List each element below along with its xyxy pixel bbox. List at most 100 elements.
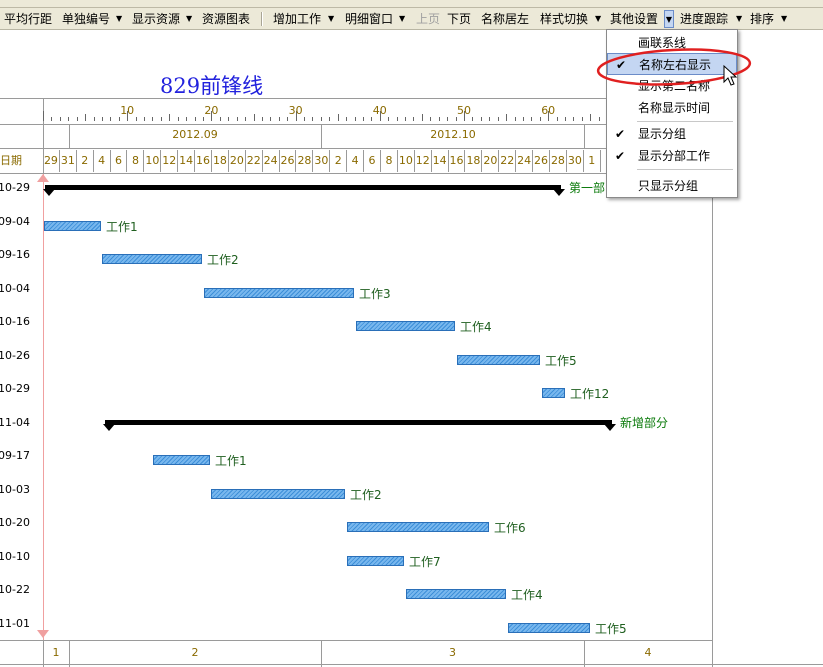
chevron-down-icon[interactable]: ▼ (736, 10, 742, 28)
summary-label: 第一部 (569, 181, 606, 195)
chevron-down-icon[interactable]: ▼ (664, 10, 674, 28)
ruler-tick (85, 114, 87, 121)
menu-item-only-groups[interactable]: 只显示分组 (607, 175, 737, 197)
task-label: 工作5 (545, 353, 577, 368)
resource-chart-button[interactable]: 资源图表 (202, 10, 250, 28)
task-label: 工作2 (207, 253, 239, 267)
ruler-tick (506, 114, 508, 121)
day-cell: 18 (212, 150, 229, 172)
ruler-tick (278, 117, 280, 121)
ruler-tick (135, 117, 137, 121)
day-cell: 22 (246, 150, 263, 172)
ruler-tick (489, 117, 491, 121)
grid-line (584, 124, 585, 148)
ruler-label: 60 (541, 104, 556, 117)
task-bar[interactable] (457, 354, 540, 365)
check-icon: ✔ (615, 149, 626, 163)
summary-cap (553, 189, 565, 196)
next-page-button[interactable]: 下页 (447, 10, 471, 28)
single-numbering-button[interactable]: 单独编号 (62, 10, 110, 28)
chevron-down-icon[interactable]: ▼ (595, 10, 601, 28)
task-bar[interactable] (508, 622, 590, 633)
today-line (43, 174, 44, 667)
grid-line (584, 640, 585, 667)
ruler-tick (186, 117, 188, 121)
ruler-tick (202, 117, 204, 121)
today-marker-bottom (37, 630, 49, 638)
chevron-down-icon[interactable]: ▼ (186, 10, 192, 28)
ruler-tick (522, 117, 524, 121)
ruler-tick (565, 117, 567, 121)
summary-cap (43, 189, 55, 196)
chevron-down-icon[interactable]: ▼ (399, 10, 405, 28)
grid-line (321, 124, 322, 148)
ruler-tick (480, 117, 482, 121)
menu-item-show-groups[interactable]: ✔ 显示分组 (607, 123, 737, 145)
name-left-button[interactable]: 名称居左 (481, 10, 529, 28)
task-bar[interactable] (204, 287, 354, 298)
task-bar[interactable] (44, 220, 101, 231)
grid-line (0, 640, 712, 641)
row-date: 09-04 (0, 214, 30, 228)
mouse-cursor-icon (723, 64, 738, 86)
ruler-tick (581, 117, 583, 121)
task-label: 工作7 (409, 554, 441, 569)
prev-page-button[interactable]: 上页 (416, 10, 440, 28)
sort-button[interactable]: 排序 (750, 10, 774, 28)
row-date: 10-10 (0, 549, 30, 563)
row-date: 10-04 (0, 281, 30, 295)
other-settings-button[interactable]: 其他设置 (610, 10, 658, 28)
grid-line (69, 640, 70, 667)
ruler-tick (169, 114, 171, 121)
row-date: 10-20 (0, 516, 30, 529)
menu-item-name-time[interactable]: 名称显示时间 (607, 97, 737, 119)
row-date: 10-29 (0, 181, 30, 194)
summary-bar[interactable] (45, 185, 561, 190)
ruler-tick (371, 117, 373, 121)
ruler-tick (455, 117, 457, 121)
task-bar[interactable] (406, 589, 506, 599)
check-icon: ✔ (615, 127, 626, 141)
row-date: 10-22 (0, 583, 30, 596)
chevron-down-icon[interactable]: ▼ (781, 10, 787, 28)
task-bar[interactable] (347, 555, 404, 566)
ruler-tick (514, 117, 516, 121)
ruler-tick (270, 117, 272, 121)
row-date: 10-29 (0, 382, 30, 395)
chevron-down-icon[interactable]: ▼ (116, 10, 122, 28)
task-bar[interactable] (356, 321, 455, 331)
menu-separator (637, 121, 733, 122)
task-label: 工作12 (570, 387, 610, 401)
ruler-tick (388, 117, 390, 121)
detail-window-button[interactable]: 明细窗口 (345, 10, 393, 28)
ruler-tick (51, 117, 53, 121)
summary-bar[interactable] (105, 419, 612, 425)
task-bar[interactable] (153, 455, 210, 465)
day-cell: 1 (584, 150, 601, 172)
ruler-label: 30 (288, 104, 303, 117)
ruler-tick (421, 114, 423, 121)
day-cell: 6 (111, 150, 128, 172)
day-cell: 16 (195, 150, 212, 172)
menu-item-show-sub-work[interactable]: ✔ 显示分部工作 (607, 145, 737, 167)
show-resource-button[interactable]: 显示资源 (132, 10, 180, 28)
ruler-tick (346, 117, 348, 121)
ruler-tick (329, 117, 331, 121)
ruler-tick (573, 117, 575, 121)
chevron-down-icon[interactable]: ▼ (328, 10, 334, 28)
task-bar[interactable] (542, 388, 565, 398)
task-bar[interactable] (211, 488, 345, 499)
footer-label: 2 (191, 646, 199, 659)
add-work-button[interactable]: 增加工作 (273, 10, 321, 28)
task-label: 工作1 (106, 219, 138, 234)
gantt-window: 平均行距 单独编号 ▼ 显示资源 ▼ 资源图表 增加工作 ▼ 明细窗口 ▼ 上页… (0, 0, 823, 667)
task-bar[interactable] (102, 254, 202, 264)
progress-tracking-button[interactable]: 进度跟踪 (680, 10, 728, 28)
summary-cap (103, 423, 115, 431)
avg-row-spacing-button[interactable]: 平均行距 (4, 10, 52, 28)
ruler-tick (413, 117, 415, 121)
task-bar[interactable] (347, 522, 489, 532)
ruler-tick (76, 117, 78, 121)
task-label: 工作5 (595, 621, 627, 636)
style-switch-button[interactable]: 样式切换 (540, 10, 588, 28)
